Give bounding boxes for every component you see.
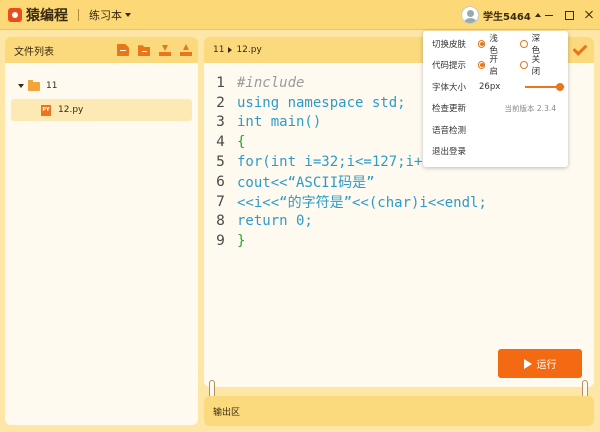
radio-checked-icon: [477, 61, 486, 69]
logout-label: 退出登录: [432, 147, 467, 157]
check-update-label: 检查更新: [432, 104, 467, 114]
output-panel[interactable]: 输出区: [204, 396, 594, 426]
code-text: return 0;: [237, 213, 313, 230]
tree-folder[interactable]: 11: [5, 77, 198, 95]
output-title: 输出区: [213, 407, 241, 418]
hint-on-label: 开启: [489, 55, 498, 77]
expand-icon: [18, 84, 24, 88]
settings-dropdown: 切换皮肤 浅色 深色 代码提示 开启 关闭 字体大小 26px 检查更新 当前版…: [423, 31, 568, 167]
line-number: 7: [216, 193, 225, 210]
folder-icon: [28, 79, 40, 91]
practice-menu-label: 练习本: [89, 8, 122, 22]
code-line: 6 cout<<“ASCII码是”: [204, 172, 594, 192]
line-number: 9: [216, 233, 225, 250]
tree-file-selected[interactable]: PY 12.py: [11, 99, 192, 121]
file-tree: 11 PY 12.py: [5, 63, 198, 121]
slider-thumb[interactable]: [556, 83, 564, 91]
run-button[interactable]: 运行: [498, 349, 582, 378]
play-icon: [523, 358, 532, 369]
line-number: 4: [216, 134, 225, 151]
hint-on-option[interactable]: 开启: [477, 53, 506, 77]
radio-unchecked-icon: [519, 61, 528, 69]
code-line: 9}: [204, 231, 594, 251]
new-file-icon[interactable]: [117, 44, 129, 56]
code-text: {: [237, 134, 246, 151]
font-size-slider[interactable]: [525, 83, 565, 91]
python-file-icon: PY: [41, 104, 51, 116]
practice-menu[interactable]: 练习本: [89, 7, 131, 23]
close-button[interactable]: [583, 9, 595, 21]
code-hint-label: 代码提示: [432, 61, 467, 71]
line-number: 2: [216, 94, 225, 111]
line-number: 1: [216, 74, 225, 91]
chevron-right-icon: [228, 47, 233, 53]
font-size-setting: 字体大小 26px: [432, 77, 565, 97]
maximize-button[interactable]: [563, 9, 575, 21]
code-text: using namespace std;: [237, 94, 406, 111]
app-name: 猿编程: [26, 7, 68, 24]
font-size-label: 字体大小: [432, 83, 467, 93]
folder-name: 11: [46, 81, 58, 91]
line-number: 5: [216, 154, 225, 171]
breadcrumb-file[interactable]: 12.py: [236, 45, 261, 55]
code-text: }: [237, 233, 246, 250]
code-text: for(int i=32;i<=127;i+.: [237, 154, 431, 171]
line-number: 8: [216, 213, 225, 230]
hint-off-option[interactable]: 关闭: [519, 53, 548, 77]
code-text: <<i<<“的字符是”<<(char)i<<endl;: [237, 194, 487, 211]
divider: [78, 8, 79, 21]
check-icon[interactable]: [572, 42, 586, 56]
user-menu[interactable]: 学生5464: [461, 6, 541, 24]
breadcrumb-folder[interactable]: 11: [213, 45, 224, 55]
check-update-item[interactable]: 检查更新 当前版本 2.3.4: [432, 98, 562, 118]
upload-icon[interactable]: [180, 44, 192, 56]
code-hint-setting: 代码提示 开启 关闭: [432, 53, 562, 77]
voice-check-label: 语音检测: [432, 126, 467, 136]
radio-checked-icon: [477, 40, 486, 48]
username: 学生5464: [483, 11, 531, 23]
avatar: [461, 6, 479, 24]
line-number: 3: [216, 114, 225, 131]
file-panel-title: 文件列表: [14, 46, 54, 58]
file-panel-header: 文件列表: [5, 37, 198, 63]
code-line: 7 <<i<<“的字符是”<<(char)i<<endl;: [204, 192, 594, 212]
minimize-button[interactable]: [543, 9, 555, 21]
radio-unchecked-icon: [519, 40, 528, 48]
file-toolbar: [117, 44, 192, 56]
theme-label: 切换皮肤: [432, 40, 467, 50]
logout-item[interactable]: 退出登录: [432, 141, 562, 161]
logo-icon: [8, 7, 22, 22]
line-number: 6: [216, 173, 225, 190]
run-label: 运行: [536, 360, 557, 371]
hint-off-label: 关闭: [531, 55, 541, 77]
chevron-up-icon: [534, 13, 541, 17]
code-text: int main(): [237, 114, 322, 131]
code-text: cout<<“ASCII码是”: [237, 174, 375, 191]
file-panel: 文件列表 11 PY 12.py: [5, 37, 198, 425]
chevron-down-icon: [125, 12, 131, 17]
new-folder-icon[interactable]: [138, 45, 150, 56]
app-logo: 猿编程: [8, 5, 68, 25]
version-text: 当前版本 2.3.4: [504, 103, 556, 113]
theme-setting: 切换皮肤 浅色 深色: [432, 34, 562, 56]
code-text: #include: [237, 74, 305, 91]
download-icon[interactable]: [159, 44, 171, 56]
code-line: 8 return 0;: [204, 212, 594, 232]
file-name: 12.py: [58, 105, 84, 115]
font-size-value: 26px: [479, 82, 501, 92]
title-bar: 猿编程 练习本 学生5464: [0, 0, 600, 30]
slider-fill: [525, 86, 560, 88]
voice-check-item[interactable]: 语音检测: [432, 120, 562, 140]
